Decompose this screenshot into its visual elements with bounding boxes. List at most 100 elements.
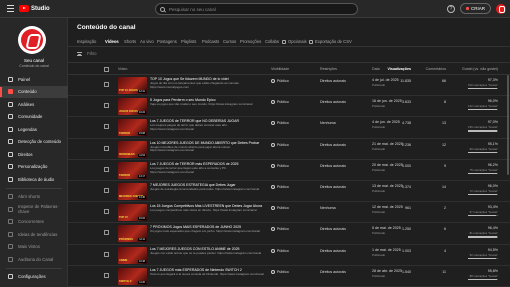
table-row[interactable]: ANIME 10:48 Los 7 MEJORES JUEGOS CON ESTIL… [68,245,510,266]
search-input[interactable]: Pesquisar no seu canal [169,7,216,12]
column-date[interactable]: Data [372,67,380,71]
video-title[interactable]: Los 7 MEJORES JUEGOS CON ESTILO ANIME de… [150,247,268,251]
table-row[interactable]: TERROR 13:17 Los 7 JUEGOS de TERROR más ES… [68,160,510,181]
sidebar-item-label: Personalização [18,164,48,170]
visibility-cell[interactable]: Público [271,163,289,168]
menu-icon[interactable] [3,2,17,16]
row-checkbox[interactable] [104,82,109,87]
filter-bar[interactable]: Filtro [77,51,97,56]
video-title[interactable]: 7 MEJORES JUEGOS ESTRATEGIA que Debes Ju… [150,183,268,187]
sidebar-item-8[interactable]: Biblioteca de áudio [0,173,68,186]
column-restrictions[interactable]: Restrições [320,67,337,71]
tab-3[interactable]: Ao vivo [140,39,157,44]
video-title[interactable]: 5 Jogos para Perderm o seu Mundo Épico [150,98,268,102]
sidebar-item-15[interactable]: Configurações [0,271,68,284]
row-checkbox[interactable] [104,251,109,257]
video-thumbnail[interactable]: SWITCH 2 11:20 [118,267,147,285]
sidebar-item-7[interactable]: Personalização [0,161,68,174]
tab-4[interactable]: Postagens [157,39,181,44]
column-comments[interactable]: Comentários [426,67,446,71]
video-thumbnail[interactable]: JOGOS FOFOS 10:22 [118,98,147,116]
tab-1[interactable]: Vídeos [105,39,124,47]
video-title[interactable]: Los 15 Juegos Competitivos Más LIVESTREE… [150,204,268,208]
tab-11[interactable]: Exportação de CSV [309,39,352,44]
video-title[interactable]: Los 7 JUEGOS de TERROR que NO DEBERÍAS J… [150,119,268,123]
tab-5[interactable]: Playlists [181,39,202,44]
sidebar-item-6[interactable]: Direitos [0,148,68,161]
select-all-checkbox[interactable] [104,67,109,72]
visibility-cell[interactable]: Público [271,121,289,126]
row-checkbox[interactable] [104,187,109,193]
visibility-cell[interactable]: Público [271,100,289,105]
sidebar-item-5[interactable]: Detecção de conteúdo [0,136,68,149]
visibility-cell[interactable]: Público [271,142,289,147]
tab-6[interactable]: Podcasts [202,39,223,44]
sidebar-item-4[interactable]: Legendas [0,123,68,136]
column-video[interactable]: Vídeo [118,67,127,71]
sidebar-item-9[interactable]: Abrir shorts [0,191,68,204]
sidebar-item-label: Mais Vistos [18,244,40,250]
sidebar-item-12[interactable]: Ideias de tendências [0,228,68,241]
sidebar-item-3[interactable]: Comunidade [0,111,68,124]
visibility-cell[interactable]: Público [271,206,289,211]
sidebar-item-label: Configurações [18,274,46,280]
table-row[interactable]: JOGOS FOFOS 10:22 5 Jogos para Perderm o s… [68,96,510,118]
studio-logo[interactable]: Studio [19,5,50,12]
row-checkbox[interactable] [104,103,109,109]
visibility-cell[interactable]: Público [271,184,289,189]
tab-7[interactable]: Cursos [223,39,240,44]
video-title[interactable]: Los 10 MEJORES JUEGOS DE MUNDO ABIERTO q… [150,141,268,145]
video-thumbnail[interactable]: TOP 10 JOGOS 12:41 [118,77,147,94]
row-checkbox[interactable] [104,230,109,236]
sidebar-item-0[interactable]: Painel [0,73,68,86]
tab-8[interactable]: Promoções [240,39,265,44]
search-box[interactable]: Pesquisar no seu canal [155,3,358,15]
video-thumbnail[interactable]: INCREIBLES 11:54 [118,140,147,158]
video-title[interactable]: 7 PRÓXIMOS Jogos MAIS ESPERADOS de JUNHO… [150,225,268,229]
table-row[interactable]: TERROR 15:08 Los 7 JUEGOS de TERROR que NO… [68,117,510,139]
sidebar-item-10[interactable]: Inspetor de Palavras-chave [0,203,68,216]
account-avatar[interactable] [496,3,506,14]
visibility-cell[interactable]: Público [271,227,289,232]
video-thumbnail[interactable]: TERROR 15:08 [118,119,147,137]
column-views[interactable]: Visualizações [387,67,411,71]
table-row[interactable]: INCREIBLES 11:54 Los 10 MEJORES JUEGOS DE … [68,139,510,160]
tab-9[interactable]: Collabs [265,39,282,44]
row-checkbox[interactable] [104,272,109,278]
tab-10[interactable]: Opcionais [282,39,309,44]
visibility-cell[interactable]: Público [271,248,289,253]
video-thumbnail[interactable]: MEJORES JUEGOS 14:30 [118,182,147,200]
tab-0[interactable]: Inspiração [77,39,105,44]
sidebar-item-2[interactable]: Análises [0,98,68,111]
row-checkbox[interactable] [104,209,109,215]
sidebar-item-13[interactable]: Mais Vistos [0,241,68,254]
sidebar-item-11[interactable]: Concorrentes [0,216,68,229]
sidebar-item-1[interactable]: Conteúdo [0,85,68,98]
table-row[interactable]: SWITCH 2 11:20 Los 7 JUEGOS más ESPERADOS … [68,266,510,287]
scrollbar[interactable] [507,75,509,175]
video-thumbnail[interactable]: TERROR 13:17 [118,161,147,179]
create-button[interactable]: CRIAR [459,3,491,14]
visibility-cell[interactable]: Público [271,269,289,274]
sidebar-item-14[interactable]: Auditoria do Canal [0,253,68,266]
visibility-cell[interactable]: Público [271,79,289,83]
video-thumbnail[interactable]: PRÓXIMOS 12:11 [118,225,147,243]
tab-2[interactable]: Shorts [124,39,140,44]
sidebar-item-16[interactable]: Enviar feedback [0,283,68,287]
video-thumbnail[interactable]: TOP 15 16:02 [118,204,147,222]
video-title[interactable]: Los 7 JUEGOS más ESPERADOS de Nintendo S… [150,268,268,272]
channel-avatar[interactable] [18,26,46,54]
video-title[interactable]: Los 7 JUEGOS de TERROR más ESPERADOS de … [150,162,268,166]
row-checkbox[interactable] [104,124,109,130]
row-checkbox[interactable] [104,166,109,172]
video-thumbnail[interactable]: ANIME 10:48 [118,246,147,264]
row-checkbox[interactable] [104,145,109,151]
table-row[interactable]: TOP 10 JOGOS 12:41 TOP 10 Jogos que Se tid… [68,75,510,97]
table-row[interactable]: TOP 15 16:02 Los 15 Juegos Competitivos Má… [68,202,510,224]
help-icon[interactable]: ? [446,4,455,13]
table-row[interactable]: PRÓXIMOS 12:11 7 PRÓXIMOS Jogos MAIS ESPER… [68,223,510,245]
video-title[interactable]: TOP 10 Jogos que Se tiduzem MUNDO de lo … [150,77,268,81]
column-visibility[interactable]: Visibilidade [271,67,289,71]
column-likes[interactable]: Gostei (vs. não gostei) [462,67,498,71]
table-row[interactable]: MEJORES JUEGOS 14:30 7 MEJORES JUEGOS ESTR… [68,181,510,203]
